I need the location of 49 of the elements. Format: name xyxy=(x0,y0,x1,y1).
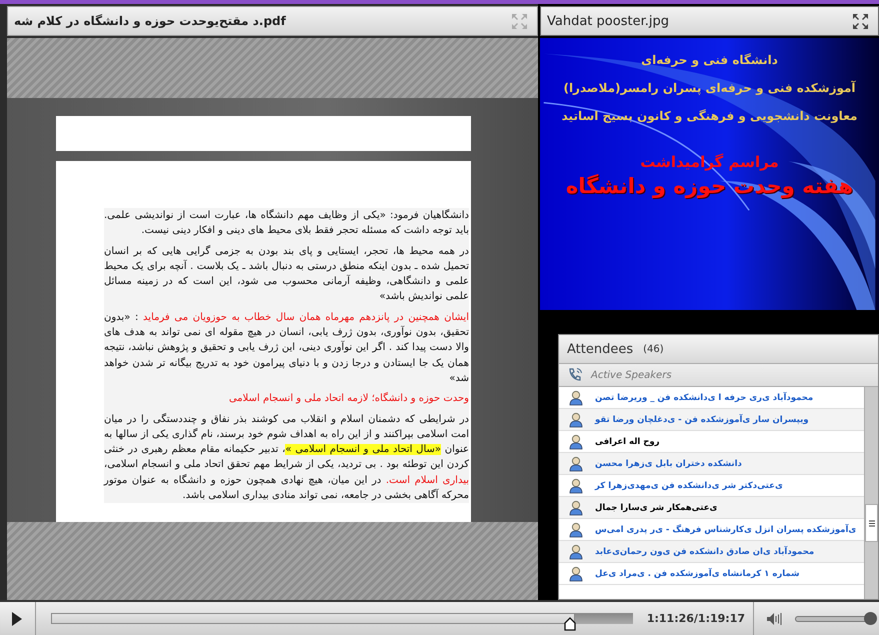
progress-track[interactable] xyxy=(50,612,633,630)
person-icon xyxy=(569,434,583,450)
attendee-name: ویپسران سار ی‌آموزشکده فن - ی‌دغلچان ورضا تقو xyxy=(595,414,809,424)
image-title: Vahdat pooster.jpg xyxy=(547,14,669,28)
scrollbar[interactable] xyxy=(864,387,878,599)
attendee-row[interactable]: شماره ۱ کرمانشاه ی‌آموزشکده فن . ی‌مراد ی‌عل xyxy=(559,563,864,585)
slide-text: مراسم گرامیداشت xyxy=(640,153,779,171)
person-icon xyxy=(569,456,583,472)
paragraph: وحدت حوزه و دانشگاه؛ لازمه اتحاد ملی و انسجام اسلامی xyxy=(228,391,469,406)
attendee-row[interactable]: ویپسران سار ی‌آموزشکده فن - ی‌دغلچان ورضا تقو xyxy=(559,409,864,431)
attendee-count: (46) xyxy=(643,344,664,354)
progress-handle[interactable] xyxy=(564,616,576,630)
paragraph: در شرایطی که دشمنان اسلام و انقلاب می کوشند بذر نفاق و چنددستگی را در میان امت اسلامی بپراکنند و از این راه به اهداف شوم خود برسند، نام گذاری یکی از سالها به عنوان «سال اتحاد ملی و انسجام اسلامی »، تدبیر حکیمانه مقام معظم رهبری در خنثی کردن این توطئه بود . بی تردید، یکی از شرایط مهم تحقق اتحاد ملی و انسجام اسلامی، بیداری اسلام است. در این میان، هیچ نهادی همچون حوزه و دانشگاه به عنوان موتور محرکه آگاهی بخشی در جامعه، نمی تواند منادی بیداری اسلامی باشد. xyxy=(104,412,469,504)
person-icon xyxy=(569,522,583,538)
attendee-name: دانشکده دختران بابل ی‌زهرا محسن xyxy=(595,458,742,468)
scroll-thumb[interactable] xyxy=(865,504,878,542)
document-title: د مقتح‌یوحدت حوزه و دانشگاه در کلام شه.pdf xyxy=(14,14,286,28)
person-icon xyxy=(569,544,583,560)
person-icon xyxy=(569,566,583,582)
attendee-name: ی‌آموزشکده پسران انزل ی‌کارشناس فرهنگ - ی‌ر پدری امی‌س xyxy=(595,524,856,534)
speaker-icon[interactable] xyxy=(766,612,783,626)
time-display: 1:11:26/1:19:17 xyxy=(646,610,745,626)
attendee-name: شماره ۱ کرمانشاه ی‌آموزشکده فن . ی‌مراد ی‌عل xyxy=(595,568,800,578)
slide-text: هفته وحدت حوزه و دانشگاه xyxy=(566,173,854,200)
section-label: Active Speakers xyxy=(591,370,672,380)
attendee-name: ی‌عتی‌دکتر شر ی‌دانشکده فن ی‌مهدی‌زهرا کر xyxy=(595,480,783,490)
play-button[interactable] xyxy=(0,602,36,635)
grip-icon xyxy=(868,520,874,526)
attendee-name: روح اله اعرافی xyxy=(595,436,660,446)
attendee-row[interactable]: ی‌عتی‌همکار شر ی‌سارا جمال xyxy=(559,497,864,519)
volume-handle[interactable] xyxy=(864,612,877,625)
paragraph: در همه محیط ها، تحجر، ایستایی و پای بند بودن به جزمی گرایی هایی که بر انسان تحمیل شده ـ بدون اینکه منطق درستی به دنبال باشد ـ یک بلاست . آنچه برای یک محیط علمی و دانشگاهی، وظیفه آرمانی محسوب می شود، این است که در زمینه مسائل علمی نواندیش باشد» xyxy=(104,244,469,304)
paragraph: دانشگاهیان فرمود: «یکی از وظایف مهم دانشگاه ها، عبارت است از نواندیشی علمی. باید توجه داشت که مسئله تحجر فقط بلای محیط های دینی و افکار دینی نیست. xyxy=(104,208,469,238)
attendee-name: محمودآباد ی‌ری حرفه ا ی‌دانشکده فن _ وریرضا تصن xyxy=(595,392,814,402)
attendee-name: ی‌عتی‌همکار شر ی‌سارا جمال xyxy=(595,502,718,512)
expand-icon[interactable] xyxy=(852,12,869,30)
attendee-row[interactable]: دانشکده دختران بابل ی‌زهرا محسن xyxy=(559,453,864,475)
play-icon xyxy=(11,610,24,626)
person-icon xyxy=(569,478,583,494)
panel-title: Attendees xyxy=(567,342,634,356)
attendee-name: محمودآباد ی‌ان صادق دانشکده فن ی‌ون رحمان‌ی‌عابد xyxy=(595,546,814,556)
person-icon xyxy=(569,412,583,428)
attendee-row[interactable]: محمودآباد ی‌ان صادق دانشکده فن ی‌ون رحمان‌ی‌عابد xyxy=(559,541,864,563)
person-icon xyxy=(569,390,583,406)
slide-text: دانشگاه فنی و حرفه‌ای xyxy=(641,53,778,67)
person-icon xyxy=(569,500,583,516)
paragraph: ایشان همچنین در پانزدهم مهرماه همان سال خطاب به حوزویان می فرماید : «بدون تحقیق، بدون نوآوری، بدون ژرف یابی، انسان در هیچ مقوله ای نمی تواند به هدف های والا دست پیدا کند . اگر این نوآوری دینی، این ژرف یابی و تحقیق و پژوهش نباشد، نتیجه همان یک جا ایستادن و درجا زدن و با دنیای پیرامون خود به تدریج بیگانه تر شدن خواهد شد» xyxy=(104,310,469,386)
slide-text: آموزشکده فنی و حرفه‌ای پسران رامسر(ملاصدرا) xyxy=(563,81,856,95)
phone-icon xyxy=(567,367,583,383)
